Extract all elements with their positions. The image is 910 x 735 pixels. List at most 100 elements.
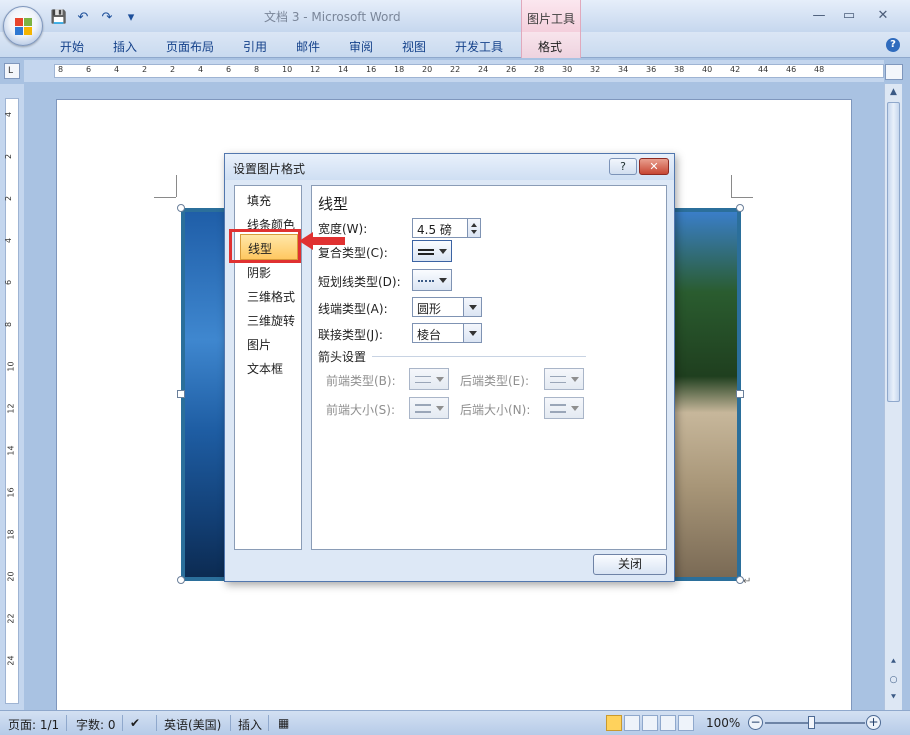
macro-record-icon[interactable]: ▦ [278,716,289,730]
redo-icon[interactable]: ↷ [98,9,116,25]
join-type-select[interactable]: 棱台 [412,323,482,343]
crop-mark [731,197,753,198]
view-ruler-icon[interactable] [885,64,903,80]
compound-type-picker[interactable] [412,240,452,262]
close-button[interactable]: 关闭 [593,554,667,575]
draft-icon[interactable] [678,715,694,731]
office-button[interactable] [3,6,43,46]
tab-selector[interactable]: L [4,63,20,79]
tab-review[interactable]: 审阅 [349,38,373,55]
next-page-icon[interactable]: ⯆ [887,692,900,705]
ruler-number: 38 [674,65,685,74]
tab-insert[interactable]: 插入 [113,38,137,55]
ruler-number: 20 [6,571,16,582]
ruler-number: 6 [86,65,92,74]
chevron-down-icon [571,377,579,382]
ruler-number: 14 [338,65,349,74]
group-divider [372,356,586,357]
nav-item-shadow[interactable]: 阴影 [247,264,271,281]
proofing-icon[interactable]: ✔ [130,716,140,730]
tab-home[interactable]: 开始 [60,38,84,55]
insert-mode[interactable]: 插入 [238,716,262,733]
window-close-icon[interactable]: ✕ [872,8,894,23]
ruler-number: 16 [366,65,377,74]
width-spinner[interactable] [467,218,481,238]
print-layout-icon[interactable] [606,715,622,731]
zoom-slider[interactable] [765,722,865,724]
outline-icon[interactable] [660,715,676,731]
end-type-picker[interactable] [544,368,584,390]
nav-item-3d-rotation[interactable]: 三维旋转 [247,312,295,329]
ruler-number: 2 [4,153,14,160]
ruler-number: 18 [6,529,16,540]
tab-format[interactable]: 格式 [538,38,562,55]
tab-references[interactable]: 引用 [243,38,267,55]
zoom-slider-thumb[interactable] [808,716,815,729]
scroll-up-icon[interactable]: ▲ [887,86,900,99]
browse-object-icon[interactable]: ○ [887,674,900,687]
chevron-down-icon[interactable] [463,298,481,316]
resize-handle[interactable] [177,390,185,398]
dialog-title-bar[interactable]: 设置图片格式 [225,154,674,180]
resize-handle[interactable] [177,204,185,212]
previous-page-icon[interactable]: ⯅ [887,656,900,669]
ruler-number: 20 [422,65,433,74]
status-separator [66,715,67,731]
tab-developer[interactable]: 开发工具 [455,38,503,55]
nav-item-text-box[interactable]: 文本框 [247,360,283,377]
ruler-number: 48 [814,65,825,74]
dialog-help-button[interactable]: ? [609,158,637,175]
scroll-thumb[interactable] [887,102,900,402]
join-type-label: 联接类型(J): [318,328,383,342]
minimize-icon[interactable]: — [808,8,830,23]
zoom-out-icon[interactable]: − [748,715,763,730]
crop-mark [154,197,176,198]
nav-item-3d-format[interactable]: 三维格式 [247,288,295,305]
full-screen-reading-icon[interactable] [624,715,640,731]
resize-handle[interactable] [736,390,744,398]
ruler-number: 16 [6,487,16,498]
begin-size-picker[interactable] [409,397,449,419]
cap-type-label: 线端类型(A): [318,302,388,316]
crop-mark [731,175,732,197]
nav-item-fill[interactable]: 填充 [247,192,271,209]
undo-icon[interactable]: ↶ [74,9,92,25]
resize-handle[interactable] [736,204,744,212]
ruler-number: 26 [506,65,517,74]
customize-qat-icon[interactable]: ▾ [122,9,140,25]
web-layout-icon[interactable] [642,715,658,731]
tab-mailings[interactable]: 邮件 [296,38,320,55]
ruler-number: 28 [534,65,545,74]
width-input[interactable]: 4.5 磅 [412,218,468,238]
begin-type-picker[interactable] [409,368,449,390]
nav-item-picture[interactable]: 图片 [247,336,271,353]
vertical-scrollbar[interactable]: ▲ ⯅ ○ ⯆ [884,84,902,710]
restore-icon[interactable]: ▭ [838,8,860,23]
chevron-down-icon [571,406,579,411]
end-size-picker[interactable] [544,397,584,419]
cap-type-select[interactable]: 圆形 [412,297,482,317]
line-style-panel: 线型 宽度(W): 4.5 磅 复合类型(C): 短划线类型(D): 线端类型(… [311,185,667,550]
title-bar: 💾 ↶ ↷ ▾ 文档 3 - Microsoft Word 图片工具 — ▭ ✕ [0,0,910,32]
resize-handle[interactable] [177,576,185,584]
save-icon[interactable]: 💾 [50,9,68,25]
zoom-in-icon[interactable]: + [866,715,881,730]
ruler-number: 14 [6,445,16,456]
horizontal-ruler[interactable]: 8 6 4 2 2 4 6 8 10 12 14 16 18 20 22 24 26 28 30 32 34 36 38 40… [24,60,884,82]
language-indicator[interactable]: 英语(美国) [164,716,221,733]
ruler-number: 44 [758,65,769,74]
spin-down-icon[interactable] [471,230,477,234]
tab-page-layout[interactable]: 页面布局 [166,38,214,55]
zoom-level[interactable]: 100% [706,716,740,730]
word-count[interactable]: 字数: 0 [76,716,116,733]
chevron-down-icon[interactable] [463,324,481,342]
ruler-number: 8 [58,65,64,74]
ruler-number: 10 [6,361,16,372]
spin-up-icon[interactable] [471,223,477,227]
vertical-ruler[interactable]: 4 2 2 4 6 8 10 12 14 16 18 20 22 24 [0,84,24,710]
tab-view[interactable]: 视图 [402,38,426,55]
dialog-close-icon[interactable]: ✕ [639,158,669,175]
dash-type-picker[interactable] [412,269,452,291]
page-count[interactable]: 页面: 1/1 [8,716,59,733]
help-icon[interactable]: ? [886,38,900,52]
